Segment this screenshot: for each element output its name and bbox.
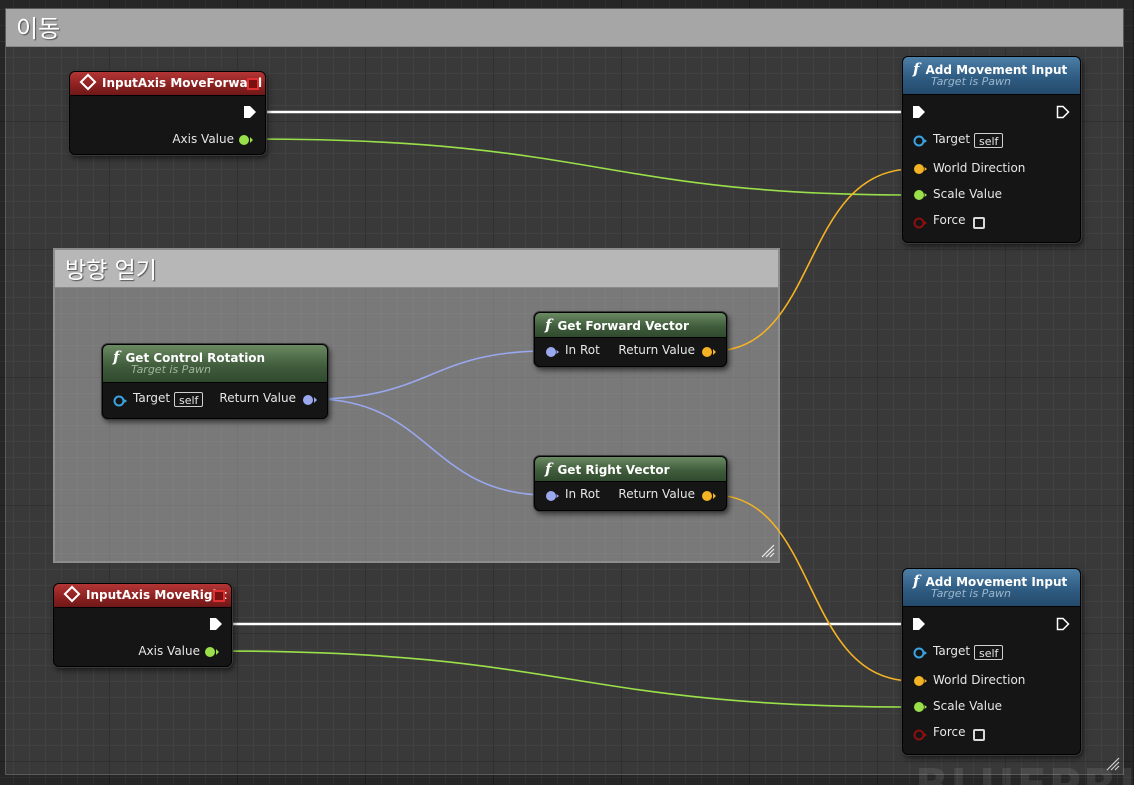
node-header[interactable]: f Add Movement Input Target is Pawn <box>903 57 1080 95</box>
pin-label-force: Force <box>933 213 966 227</box>
vector-in-pin-icon[interactable] <box>912 163 928 175</box>
blueprint-graph-canvas[interactable]: 이동 방향 얻기 InputAxis MoveForward Axis Valu… <box>0 0 1134 785</box>
node-add-movement-input-right[interactable]: f Add Movement Input Target is Pawn Targe… <box>902 568 1081 755</box>
pin-label-return-value: Return Value <box>618 343 695 357</box>
force-checkbox[interactable] <box>973 217 985 229</box>
pin-label-target: Target <box>933 644 971 658</box>
function-icon: f <box>913 60 920 78</box>
pin-label-target: Target <box>133 391 171 405</box>
node-header[interactable]: f Get Control Rotation Target is Pawn <box>103 345 327 383</box>
float-out-pin-icon[interactable] <box>238 134 254 146</box>
pin-label-scale-value: Scale Value <box>933 187 1003 201</box>
object-in-pin-icon[interactable] <box>912 135 928 147</box>
object-in-pin-icon[interactable] <box>912 647 928 659</box>
resize-grip-icon[interactable] <box>761 544 775 558</box>
force-checkbox[interactable] <box>973 729 985 741</box>
pin-label-axis-value: Axis Value <box>138 644 200 658</box>
node-get-right-vector[interactable]: f Get Right Vector In Rot Return Value <box>534 456 727 511</box>
node-get-forward-vector[interactable]: f Get Forward Vector In Rot Return Value <box>534 312 727 367</box>
comment-title-movement[interactable]: 이동 <box>6 9 1123 47</box>
node-inputaxis-moveright[interactable]: InputAxis MoveRight Axis Value <box>53 583 232 667</box>
node-header[interactable]: InputAxis MoveRight <box>54 584 231 608</box>
exec-out-pin-icon[interactable] <box>209 617 223 631</box>
pin-label-in-rot: In Rot <box>565 487 600 501</box>
pin-label-target: Target <box>933 132 971 146</box>
vector-out-pin-icon[interactable] <box>701 490 717 502</box>
vector-out-pin-icon[interactable] <box>701 346 717 358</box>
rotator-in-pin-icon[interactable] <box>544 490 560 502</box>
pin-label-scale-value: Scale Value <box>933 699 1003 713</box>
float-in-pin-icon[interactable] <box>912 189 928 201</box>
node-header[interactable]: f Get Forward Vector <box>535 313 726 338</box>
float-in-pin-icon[interactable] <box>912 701 928 713</box>
blueprint-watermark: BLUEPRI <box>915 760 1134 785</box>
node-get-control-rotation[interactable]: f Get Control Rotation Target is Pawn Tar… <box>102 344 328 419</box>
node-title: InputAxis MoveForward <box>102 76 263 90</box>
node-title: InputAxis MoveRight <box>86 588 227 602</box>
pin-label-world-direction: World Direction <box>933 673 1026 687</box>
function-icon: f <box>545 316 552 334</box>
node-inputaxis-moveforward[interactable]: InputAxis MoveForward Axis Value <box>69 71 266 155</box>
object-in-pin-icon[interactable] <box>112 395 128 407</box>
target-default-self[interactable]: self <box>974 645 1004 660</box>
bool-in-pin-icon[interactable] <box>912 217 928 229</box>
exec-in-pin-icon[interactable] <box>912 617 926 631</box>
pin-label-return-value: Return Value <box>618 487 695 501</box>
node-title: Get Forward Vector <box>557 319 689 333</box>
comment-title-get-direction[interactable]: 방향 얻기 <box>55 250 778 288</box>
exec-out-pin-icon[interactable] <box>243 105 257 119</box>
node-header[interactable]: InputAxis MoveForward <box>70 72 265 96</box>
target-default-self[interactable]: self <box>174 392 204 407</box>
node-add-movement-input-forward[interactable]: f Add Movement Input Target is Pawn Targe… <box>902 56 1081 243</box>
vector-in-pin-icon[interactable] <box>912 675 928 687</box>
diamond-icon <box>63 585 81 603</box>
delegate-pin-icon[interactable] <box>247 78 259 90</box>
exec-in-pin-icon[interactable] <box>912 105 926 119</box>
node-header[interactable]: f Add Movement Input Target is Pawn <box>903 569 1080 607</box>
diamond-icon <box>79 73 97 91</box>
bool-in-pin-icon[interactable] <box>912 729 928 741</box>
pin-label-axis-value: Axis Value <box>172 132 234 146</box>
node-header[interactable]: f Get Right Vector <box>535 457 726 482</box>
rotator-in-pin-icon[interactable] <box>544 346 560 358</box>
target-default-self[interactable]: self <box>974 133 1004 148</box>
pin-label-world-direction: World Direction <box>933 161 1026 175</box>
exec-out-pin-icon[interactable] <box>1056 617 1070 631</box>
pin-label-force: Force <box>933 725 966 739</box>
rotator-out-pin-icon[interactable] <box>302 394 318 406</box>
pin-label-return-value: Return Value <box>219 391 296 405</box>
float-out-pin-icon[interactable] <box>204 646 220 658</box>
pin-label-in-rot: In Rot <box>565 343 600 357</box>
function-icon: f <box>113 348 120 366</box>
function-icon: f <box>913 572 920 590</box>
delegate-pin-icon[interactable] <box>213 590 225 602</box>
exec-out-pin-icon[interactable] <box>1056 105 1070 119</box>
node-title: Get Right Vector <box>557 463 670 477</box>
function-icon: f <box>545 460 552 478</box>
